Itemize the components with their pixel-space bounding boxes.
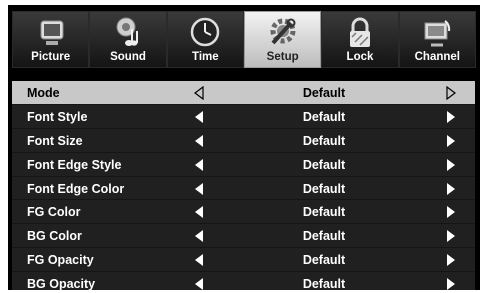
- left-arrow-icon[interactable]: [194, 253, 204, 267]
- menu-row-font-edge-style[interactable]: Font Edge Style Default: [12, 153, 475, 177]
- tv-osd-screen: Picture Sound Time Setup Lock Channel Mo…: [8, 5, 480, 290]
- row-value: Default: [302, 157, 346, 172]
- tab-lock-label: Lock: [346, 51, 374, 63]
- clock-icon: [191, 17, 220, 47]
- row-value: Default: [302, 133, 346, 148]
- right-arrow-icon[interactable]: [446, 158, 456, 172]
- tab-lock[interactable]: Lock: [321, 11, 399, 68]
- music-note-icon: [116, 17, 138, 46]
- row-label: BG Opacity: [27, 277, 96, 290]
- menu-row-fg-color[interactable]: FG Color Default: [12, 200, 475, 225]
- tab-picture-label: Picture: [31, 51, 71, 63]
- menu-row-font-size[interactable]: Font Size Default: [12, 129, 475, 153]
- menu-row-fg-opacity[interactable]: FG Opacity Default: [12, 248, 475, 273]
- row-value: Default: [302, 109, 346, 124]
- menu-row-font-style[interactable]: Font Style Default: [12, 105, 475, 129]
- row-value: Default: [302, 205, 346, 220]
- row-label: Font Edge Style: [27, 157, 122, 172]
- tab-setup-label: Setup: [266, 51, 299, 63]
- row-value: Default: [302, 181, 346, 196]
- tab-sound-label: Sound: [110, 51, 146, 63]
- row-value: Default: [302, 229, 346, 244]
- right-arrow-icon[interactable]: [446, 182, 456, 196]
- tab-channel-label: Channel: [414, 51, 460, 63]
- menu-tab-bar: Picture Sound Time Setup Lock Channel: [12, 11, 476, 68]
- row-label: FG Color: [27, 205, 81, 220]
- menu-row-bg-color[interactable]: BG Color Default: [12, 224, 475, 249]
- tab-setup[interactable]: Setup: [243, 11, 322, 68]
- row-value: Default: [302, 253, 346, 268]
- left-arrow-icon[interactable]: [194, 182, 204, 196]
- tab-picture[interactable]: Picture: [12, 11, 90, 68]
- tab-time-label: Time: [192, 51, 219, 63]
- row-label: BG Color: [27, 229, 82, 244]
- row-label: Font Edge Color: [27, 181, 125, 196]
- padlock-icon: [349, 17, 370, 47]
- right-arrow-icon[interactable]: [446, 86, 456, 100]
- menu-row-bg-opacity[interactable]: BG Opacity Default: [12, 272, 475, 290]
- right-arrow-icon[interactable]: [446, 205, 456, 219]
- right-arrow-icon[interactable]: [446, 110, 456, 124]
- left-arrow-icon[interactable]: [194, 134, 204, 148]
- left-arrow-icon[interactable]: [194, 205, 204, 219]
- left-arrow-icon[interactable]: [194, 277, 204, 290]
- menu-row-font-edge-color[interactable]: Font Edge Color Default: [12, 177, 475, 201]
- tab-sound[interactable]: Sound: [89, 11, 167, 68]
- right-arrow-icon[interactable]: [446, 253, 456, 267]
- row-label: Mode: [27, 86, 60, 100]
- row-label: FG Opacity: [27, 253, 94, 268]
- left-arrow-icon[interactable]: [194, 110, 204, 124]
- tab-time[interactable]: Time: [166, 11, 244, 68]
- row-label: Font Style: [27, 109, 88, 124]
- wrench-gear-icon: [270, 18, 296, 45]
- tab-channel[interactable]: Channel: [398, 11, 476, 68]
- menu-row-mode[interactable]: Mode Default: [12, 81, 475, 105]
- row-value: Default: [302, 277, 346, 290]
- left-arrow-icon[interactable]: [194, 229, 204, 243]
- satellite-dish-icon: [424, 20, 451, 47]
- right-arrow-icon[interactable]: [446, 229, 456, 243]
- left-arrow-icon[interactable]: [194, 158, 204, 172]
- tv-icon: [40, 20, 64, 45]
- left-arrow-icon[interactable]: [194, 86, 204, 100]
- row-label: Font Size: [27, 133, 83, 148]
- setup-caption-menu: Mode Default Font Style Default Font Siz…: [12, 81, 475, 290]
- right-arrow-icon[interactable]: [446, 277, 456, 290]
- row-value: Default: [302, 86, 346, 100]
- right-arrow-icon[interactable]: [446, 134, 456, 148]
